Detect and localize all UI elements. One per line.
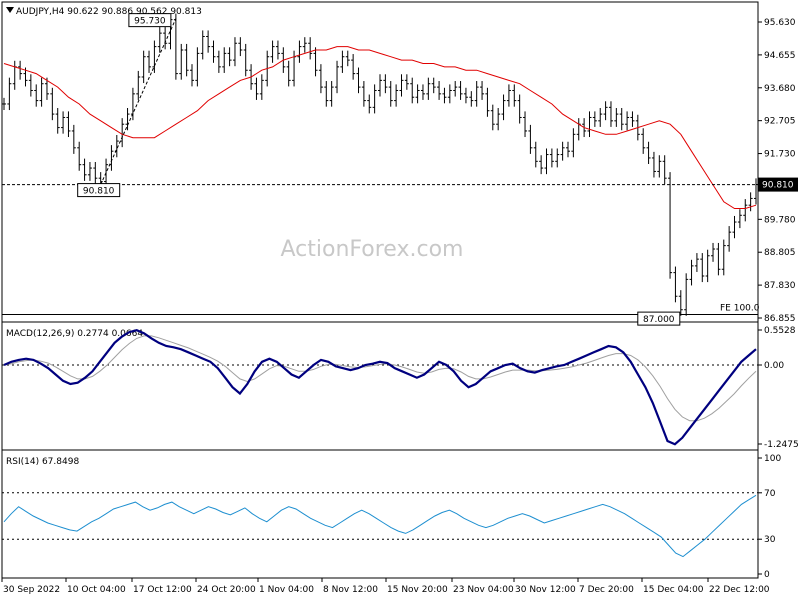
x-tick-label: 1 Nov 04:00	[259, 585, 314, 595]
x-tick-label: 24 Oct 20:00	[197, 585, 256, 595]
x-tick-label: 10 Oct 04:00	[67, 585, 126, 595]
rsi-tick-label: 70	[764, 489, 776, 499]
x-tick-label: 30 Sep 2022	[3, 585, 60, 595]
chart-svg: AUDJPY,H4 90.622 90.886 90.562 90.813 MA…	[1, 1, 799, 595]
x-tick-label: 15 Nov 20:00	[387, 585, 448, 595]
macd-tick-label: 0.5528	[764, 326, 796, 336]
x-tick-label: 22 Dec 12:00	[709, 585, 770, 595]
price-tick-label: 93.680	[764, 84, 796, 94]
price-tick-label: 95.630	[764, 18, 796, 28]
macd-tick-label: -1.2475	[764, 440, 799, 450]
rsi-tick-label: 0	[764, 570, 770, 580]
price-tick-label: 88.805	[764, 248, 796, 258]
rsi-panel	[1, 449, 759, 579]
macd-tick-label: 0.00	[764, 361, 784, 371]
rsi-tick-label: 100	[764, 454, 781, 464]
x-tick-label: 23 Nov 04:00	[453, 585, 514, 595]
watermark: ActionForex.com	[281, 237, 464, 262]
chart-root: AUDJPY,H4 90.622 90.886 90.562 90.813 MA…	[0, 0, 800, 600]
price-tick-label: 89.780	[764, 215, 796, 225]
price-tick-label: 92.705	[764, 117, 796, 127]
macd-title: MACD(12,26,9) 0.2774 0.0664	[6, 329, 143, 339]
x-tick-label: 8 Nov 12:00	[323, 585, 378, 595]
rsi-title: RSI(14) 67.8498	[6, 457, 79, 467]
price-tick-label: 91.730	[764, 150, 796, 160]
x-tick-label: 15 Dec 04:00	[643, 585, 704, 595]
price-tick-label: 87.830	[764, 281, 796, 291]
price-title: AUDJPY,H4 90.622 90.886 90.562 90.813	[16, 7, 202, 17]
rsi-tick-label: 30	[764, 535, 776, 545]
x-tick-label: 30 Nov 12:00	[515, 585, 576, 595]
price-tick-label: 86.855	[764, 314, 796, 324]
low-label: 90.810	[83, 187, 115, 197]
x-tick-label: 17 Oct 12:00	[133, 585, 192, 595]
price-panel	[1, 1, 759, 323]
fe-label: FE 100.0	[720, 303, 760, 313]
current-price-text: 90.810	[762, 181, 794, 191]
price-tick-label: 94.655	[764, 51, 796, 61]
x-tick-label: 7 Dec 20:00	[579, 585, 634, 595]
high-label: 95.730	[134, 17, 166, 27]
bottom-label: 87.000	[643, 315, 675, 325]
